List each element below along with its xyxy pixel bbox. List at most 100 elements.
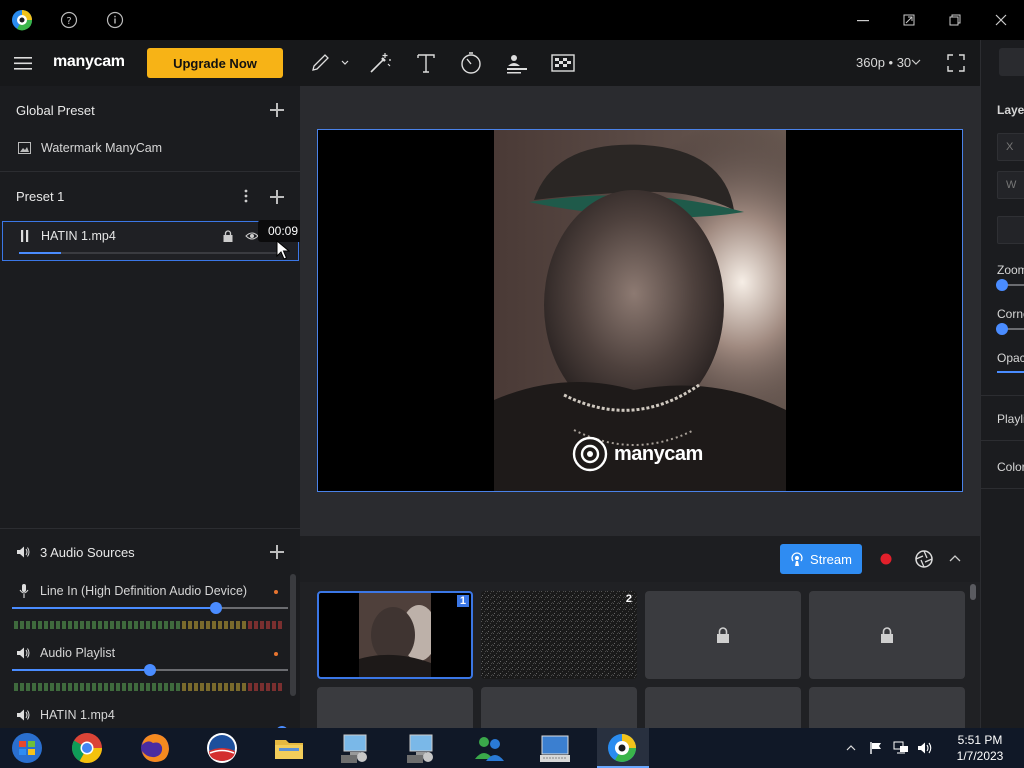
chroma-key-icon[interactable] (550, 50, 576, 76)
scene-number: 2 (625, 593, 632, 605)
pause-icon[interactable] (21, 230, 29, 242)
draw-tool-icon[interactable] (308, 50, 352, 76)
manycam-taskbar-button[interactable] (597, 728, 649, 768)
network-icon[interactable] (893, 741, 909, 755)
volume-slider-knob[interactable] (144, 664, 156, 676)
volume-slider[interactable] (12, 664, 288, 676)
audio-scrollbar[interactable] (290, 574, 296, 696)
title-bar: ? (0, 0, 1024, 40)
scene-tile[interactable]: 1 (317, 591, 473, 679)
volume-slider-knob[interactable] (210, 602, 223, 614)
scene-tile-locked[interactable] (481, 687, 637, 728)
add-layer-icon[interactable] (270, 190, 284, 204)
users-app-icon[interactable] (472, 731, 506, 765)
layer-progress-track[interactable] (19, 252, 281, 254)
meter-segment (116, 621, 120, 629)
minimize-button[interactable] (840, 0, 886, 40)
menu-icon[interactable] (14, 55, 32, 71)
playlist-label[interactable]: Playlist (997, 412, 1024, 426)
volume-icon[interactable] (917, 741, 933, 755)
meter-segment (206, 621, 210, 629)
meter-segment (14, 621, 18, 629)
zoom-slider-knob[interactable] (996, 279, 1008, 291)
add-audio-source-icon[interactable] (270, 545, 284, 559)
more-options-icon[interactable] (243, 189, 249, 203)
scene-tile-locked[interactable] (809, 591, 965, 679)
meter-segment (140, 621, 144, 629)
scenes-scrollbar[interactable] (970, 584, 976, 600)
eye-icon[interactable] (245, 231, 259, 241)
keyboard-app-icon[interactable] (538, 731, 572, 765)
scene-tile-locked[interactable] (809, 687, 965, 728)
corner-slider-knob[interactable] (996, 323, 1008, 335)
meter-segment (128, 621, 132, 629)
firefox-icon[interactable] (138, 731, 172, 765)
opacity-slider[interactable] (997, 371, 1024, 373)
meter-segment (164, 683, 168, 691)
audio-level-meter (14, 683, 282, 691)
meter-segment (80, 683, 84, 691)
volume-slider[interactable] (12, 602, 288, 614)
fullscreen-icon[interactable] (947, 54, 965, 72)
brand-name: manycam (53, 53, 125, 70)
meter-segment (218, 683, 222, 691)
computer-app-icon[interactable] (404, 731, 438, 765)
chevron-up-icon[interactable] (846, 744, 856, 752)
clock-date: 1/7/2023 (956, 749, 1004, 763)
meter-segment (62, 621, 66, 629)
panel-tab-button[interactable] (999, 48, 1024, 76)
zoom-slider[interactable] (996, 279, 1024, 291)
timer-icon[interactable] (458, 50, 484, 76)
file-explorer-icon[interactable] (272, 731, 306, 765)
scene-tile-locked[interactable] (645, 591, 801, 679)
color-label[interactable]: Color (997, 460, 1024, 474)
chrome-icon[interactable] (70, 731, 104, 765)
main-preview[interactable]: manycam (317, 129, 963, 492)
computer-app-icon[interactable] (338, 731, 372, 765)
obama-logo-app-icon[interactable] (205, 731, 239, 765)
effects-wand-icon[interactable] (367, 50, 393, 76)
add-field-button[interactable] (997, 216, 1024, 244)
start-button-icon[interactable] (10, 731, 44, 765)
scenes-toolbar: Stream (300, 536, 980, 582)
help-icon[interactable]: ? (60, 11, 78, 29)
width-field[interactable]: W (997, 171, 1024, 199)
meter-segment (122, 683, 126, 691)
close-button[interactable] (978, 0, 1024, 40)
layer-row[interactable]: HATIN 1.mp4 (2, 221, 299, 261)
global-preset-item[interactable]: Watermark ManyCam (41, 141, 162, 155)
compact-button[interactable] (886, 0, 932, 40)
resolution-selector[interactable]: 360p • 30 (856, 55, 911, 70)
flag-icon[interactable] (869, 741, 883, 755)
meter-segment (206, 683, 210, 691)
upgrade-now-button[interactable]: Upgrade Now (147, 48, 283, 78)
audio-source-name: Audio Playlist (40, 646, 116, 660)
record-icon[interactable] (877, 550, 895, 568)
meter-segment (212, 621, 216, 629)
meter-segment (32, 621, 36, 629)
meter-segment (86, 683, 90, 691)
stream-button[interactable]: Stream (780, 544, 862, 574)
meter-segment (38, 621, 42, 629)
image-icon (18, 142, 31, 154)
text-tool-icon[interactable] (413, 50, 439, 76)
taskbar: 5:51 PM 1/7/2023 (0, 728, 1024, 768)
chevron-up-icon[interactable] (949, 554, 961, 564)
meter-segment (266, 683, 270, 691)
x-position-field[interactable]: X (997, 133, 1024, 161)
layer-progress-fill (19, 252, 61, 254)
snapshot-icon[interactable] (914, 549, 934, 569)
maximize-button[interactable] (932, 0, 978, 40)
corner-slider[interactable] (996, 323, 1024, 335)
add-global-preset-icon[interactable] (270, 103, 284, 117)
scene-tile-locked[interactable] (317, 687, 473, 728)
scene-tile[interactable]: 2 (481, 591, 637, 679)
meter-segment (200, 621, 204, 629)
meter-segment (152, 621, 156, 629)
lower-thirds-icon[interactable] (504, 50, 530, 76)
system-clock[interactable]: 5:51 PM 1/7/2023 (950, 732, 1010, 764)
scene-tile-locked[interactable] (645, 687, 801, 728)
info-icon[interactable] (106, 11, 124, 29)
chevron-down-icon[interactable] (911, 58, 921, 66)
lock-icon[interactable] (223, 230, 233, 242)
